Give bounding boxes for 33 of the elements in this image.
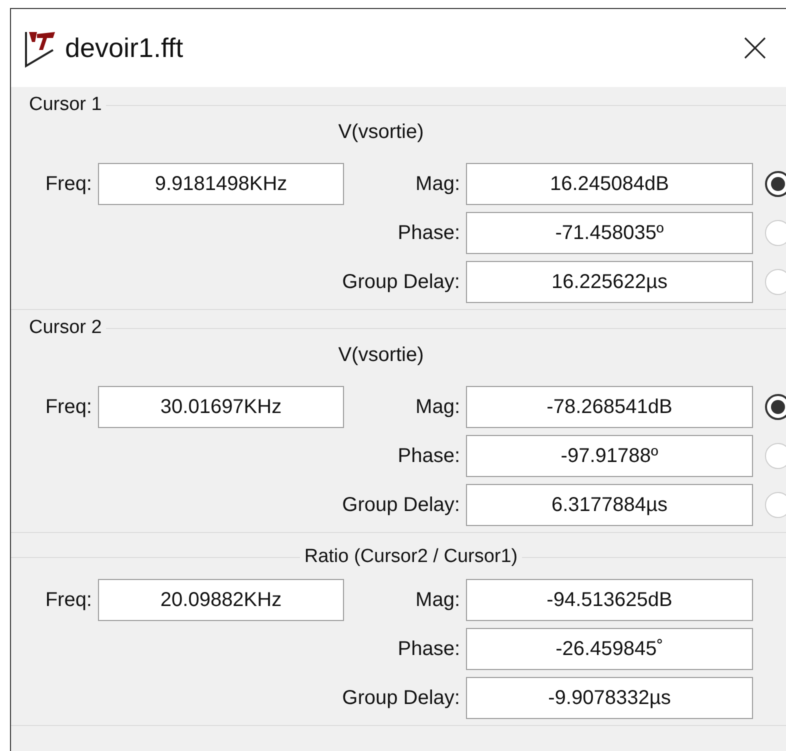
signal-name: V(vsortie) (337, 121, 425, 145)
field-label: Group Delay: (341, 270, 460, 294)
freq-field[interactable]: 30.01697KHz (98, 386, 344, 428)
field-label: Freq: (44, 172, 92, 196)
value-field[interactable]: 16.225622µs (466, 261, 753, 303)
field-label: Mag: (414, 588, 460, 612)
value-field[interactable]: -26.459845˚ (466, 628, 753, 670)
field-label: Mag: (414, 172, 460, 196)
freq-field[interactable]: 9.9181498KHz (98, 163, 344, 205)
value-field[interactable]: 6.3177884µs (466, 484, 753, 526)
value-field[interactable]: -97.91788º (466, 435, 753, 477)
value-field[interactable]: -94.513625dB (466, 579, 753, 621)
value-field[interactable]: -9.9078332µs (466, 677, 753, 719)
field-label: Phase: (396, 636, 460, 662)
section-title: Ratio (Cursor2 / Cursor1) (303, 546, 519, 568)
field-label: Phase: (396, 444, 460, 468)
field-label: Group Delay: (341, 492, 460, 518)
radio-button[interactable] (765, 394, 786, 420)
field-label: Freq: (44, 394, 92, 420)
radio-button[interactable] (765, 171, 786, 197)
field-label: Group Delay: (341, 686, 460, 710)
field-label: Freq: (44, 588, 92, 612)
section-title: Cursor 1 (28, 94, 103, 116)
section-title: Cursor 2 (28, 317, 103, 339)
close-icon[interactable] (744, 37, 766, 59)
signal-name: V(vsortie) (337, 344, 425, 368)
freq-field[interactable]: 20.09882KHz (98, 579, 344, 621)
value-field[interactable]: -78.268541dB (466, 386, 753, 428)
value-field[interactable]: -71.458035º (466, 212, 753, 254)
value-field[interactable]: 16.245084dB (466, 163, 753, 205)
field-label: Mag: (414, 394, 460, 420)
window-title: devoir1.fft (65, 32, 184, 64)
field-label: Phase: (396, 220, 460, 246)
